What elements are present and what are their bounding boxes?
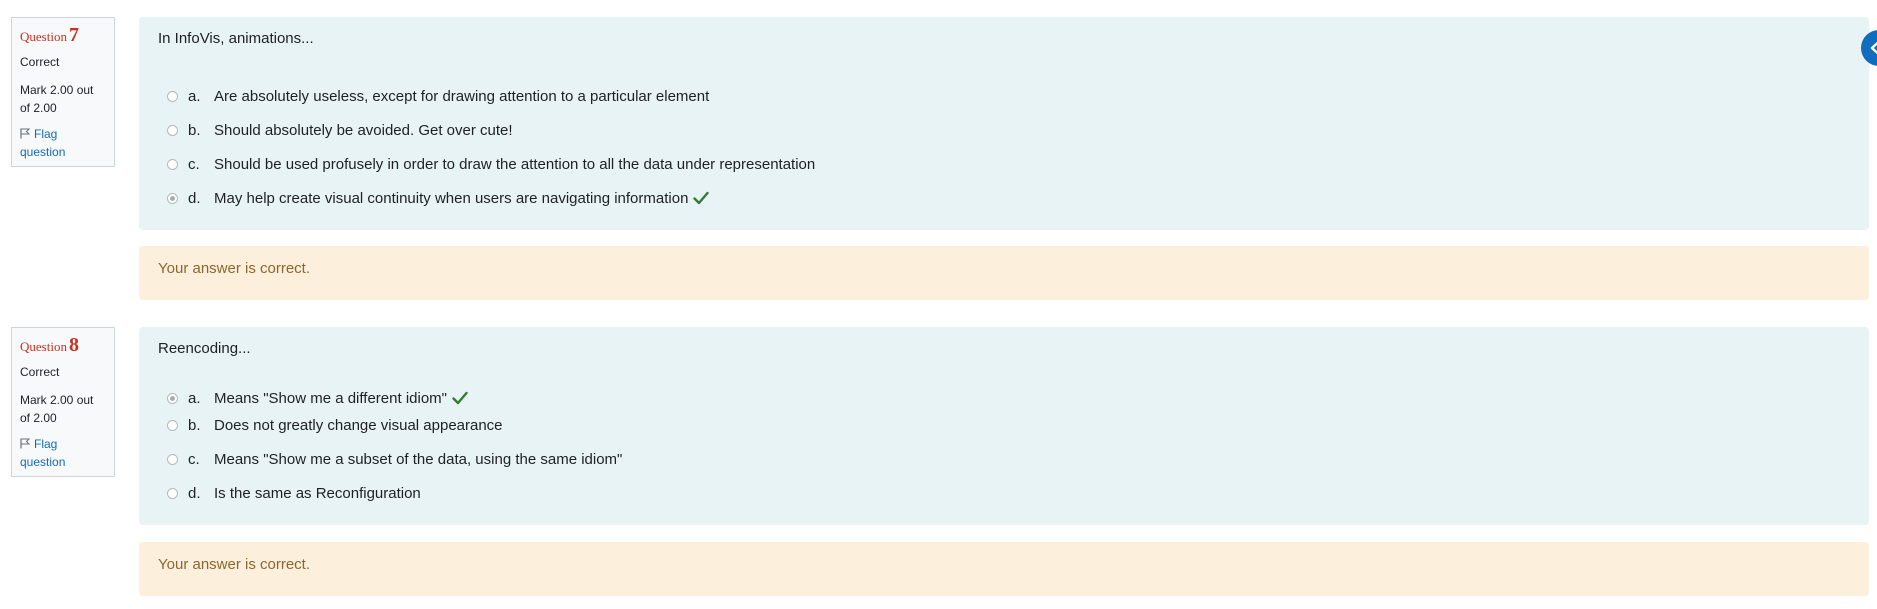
answer-radio[interactable] [167, 419, 178, 431]
answer-option-c[interactable]: c. Should be used profusely in order to … [167, 154, 815, 174]
answer-radio[interactable] [167, 158, 178, 170]
flag-icon [20, 438, 31, 449]
answer-radio-selected[interactable] [167, 192, 178, 204]
feedback-text: Your answer is correct. [158, 556, 311, 573]
answer-radio[interactable] [167, 487, 178, 499]
answer-option-c[interactable]: c. Means "Show me a subset of the data, … [167, 449, 622, 469]
answer-letter: a. [188, 87, 201, 105]
feedback-text: Your answer is correct. [158, 260, 311, 277]
answer-text: Should be used profusely in order to dra… [214, 155, 816, 173]
answer-text: Should absolutely be avoided. Get over c… [214, 121, 513, 139]
answer-radio[interactable] [167, 453, 178, 465]
question-grade: Mark 2.00 out of 2.00 [20, 393, 94, 425]
flag-question-link[interactable]: Flag question [20, 125, 106, 161]
answer-letter: c. [188, 155, 200, 173]
question-number: Question 8 [20, 334, 79, 356]
question-info: Question 7 Correct Mark 2.00 out of 2.00 … [11, 17, 115, 167]
flag-question-link[interactable]: Flag question [20, 435, 106, 471]
answer-text: May help create visual continuity when u… [214, 189, 689, 207]
answer-option-d[interactable]: d. May help create visual continuity whe… [167, 188, 710, 208]
answer-letter: c. [188, 450, 200, 468]
answer-option-a[interactable]: a. Are absolutely useless, except for dr… [167, 86, 709, 106]
answer-radio-selected[interactable] [167, 392, 178, 404]
question-formulation: Reencoding... a. Means "Show me a differ… [139, 327, 1869, 525]
question-info: Question 8 Correct Mark 2.00 out of 2.00 … [11, 327, 115, 477]
question-grade: Mark 2.00 out of 2.00 [20, 83, 94, 115]
question-state: Correct [20, 365, 60, 379]
answer-option-d[interactable]: d. Is the same as Reconfiguration [167, 483, 421, 503]
question-number: Question 7 [20, 24, 79, 46]
question-state: Correct [20, 55, 60, 69]
answer-letter: a. [188, 389, 201, 407]
answer-radio[interactable] [167, 124, 178, 136]
answer-letter: b. [188, 121, 201, 139]
question-formulation: In InfoVis, animations... a. Are absolut… [139, 17, 1869, 230]
answer-text: Means "Show me a subset of the data, usi… [214, 450, 623, 468]
check-icon [452, 391, 468, 405]
chevron-left-icon [1870, 41, 1877, 55]
answer-radio[interactable] [167, 90, 178, 102]
answer-option-b[interactable]: b. Does not greatly change visual appear… [167, 415, 503, 435]
answer-text: Means "Show me a different idiom" [214, 389, 447, 407]
feedback-box: Your answer is correct. [139, 246, 1869, 300]
question-text: In InfoVis, animations... [158, 30, 314, 47]
answer-letter: d. [188, 189, 201, 207]
feedback-box: Your answer is correct. [139, 542, 1869, 596]
answer-letter: b. [188, 416, 201, 434]
answer-text: Are absolutely useless, except for drawi… [214, 87, 710, 105]
answer-letter: d. [188, 484, 201, 502]
answer-text: Does not greatly change visual appearanc… [214, 416, 503, 434]
answer-text: Is the same as Reconfiguration [214, 484, 421, 502]
answer-option-b[interactable]: b. Should absolutely be avoided. Get ove… [167, 120, 513, 140]
check-icon [693, 191, 710, 205]
flag-icon [20, 128, 31, 139]
answer-option-a[interactable]: a. Means "Show me a different idiom" [167, 388, 468, 408]
question-text: Reencoding... [158, 340, 251, 357]
